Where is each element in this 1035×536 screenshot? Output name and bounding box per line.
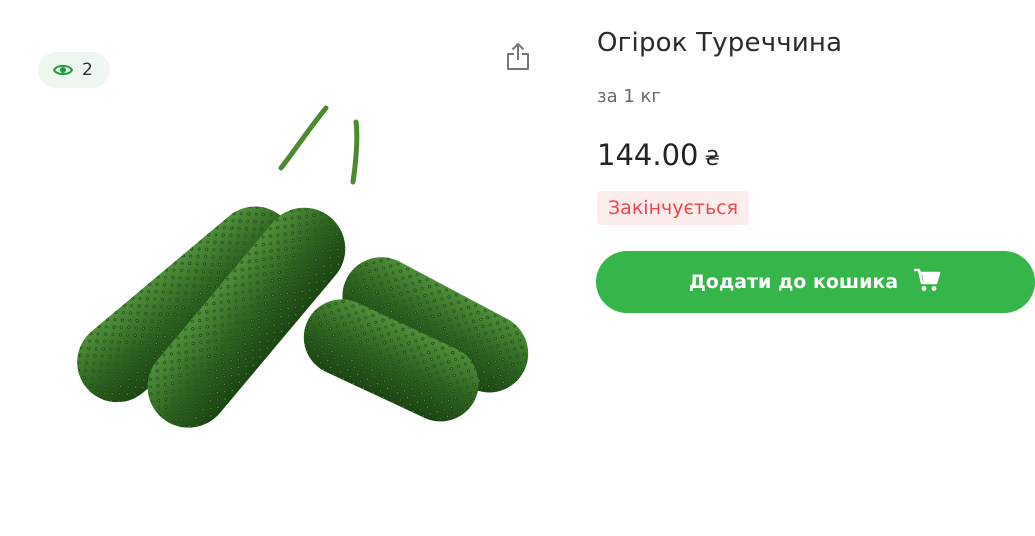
views-badge: 2: [38, 52, 110, 88]
product-image: [36, 96, 536, 440]
add-to-cart-label: Додати до кошика: [688, 271, 899, 293]
views-count: 2: [82, 60, 93, 80]
product-price: 144.00 ₴: [597, 138, 720, 172]
stock-status-badge: Закінчується: [597, 191, 750, 225]
cart-icon: [913, 267, 942, 298]
add-to-cart-button[interactable]: Додати до кошика: [596, 251, 1035, 313]
share-icon: [505, 41, 531, 75]
product-unit: за 1 кг: [597, 86, 661, 107]
share-button[interactable]: [503, 42, 533, 74]
price-value: 144.00: [597, 138, 699, 172]
eye-icon: [53, 63, 73, 77]
product-title: Огірок Туреччина: [597, 28, 843, 58]
currency-symbol: ₴: [704, 146, 720, 170]
